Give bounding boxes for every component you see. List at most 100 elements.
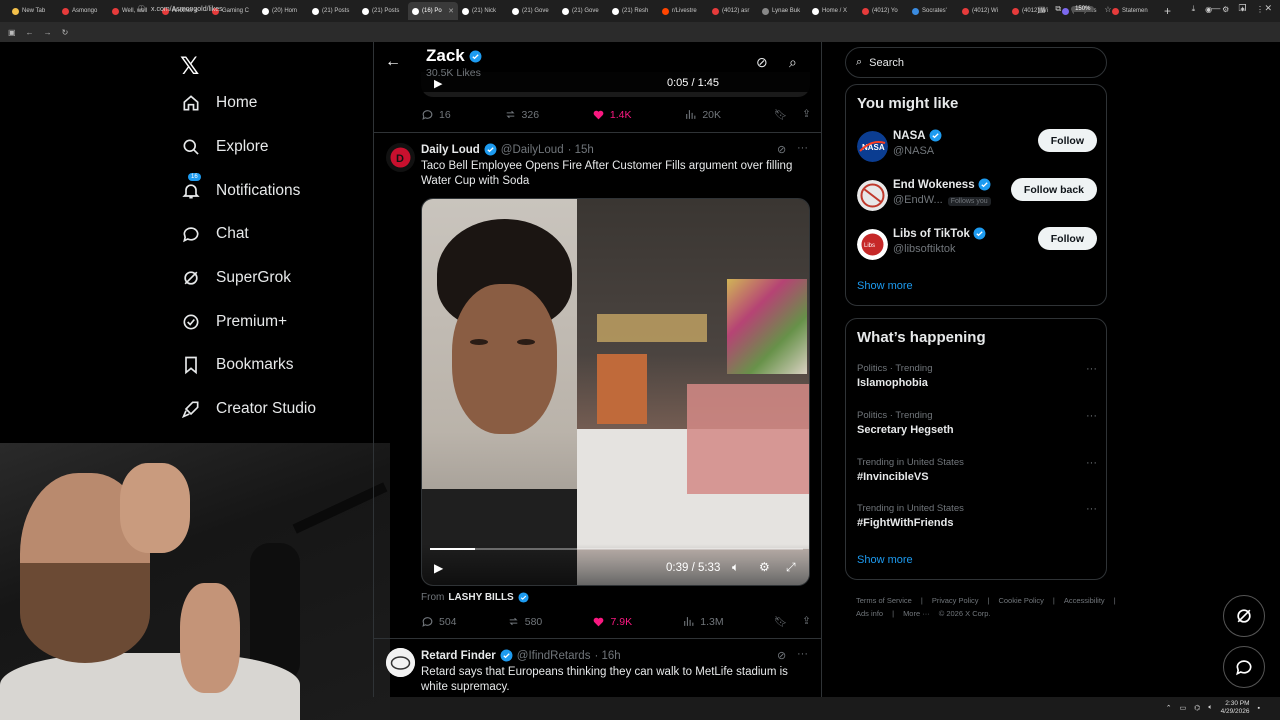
avatar[interactable] [857,180,888,211]
grok-icon[interactable]: ⊘ [756,54,768,71]
search-icon[interactable]: ⌕ [789,54,797,71]
browser-tab[interactable]: Asmongo [58,2,108,20]
more-options-icon[interactable]: ··· [1086,410,1097,422]
more-options-icon[interactable]: ··· [797,142,808,154]
network-icon[interactable]: ⌬ [1194,704,1200,712]
video-progress-bar[interactable] [430,548,803,550]
nav-item-explore[interactable]: Explore [180,136,269,158]
tweet-time[interactable]: · 15h [568,144,594,156]
nav-item-bookmarks[interactable]: Bookmarks [180,354,294,376]
show-more-link[interactable]: Show more [857,554,913,566]
forward-nav-icon[interactable]: → [44,28,52,37]
suggestion-item[interactable]: End Wokeness @EndW... Follows you Follow ba… [857,178,1097,218]
grok-explain-icon[interactable]: ⊘ [777,649,786,662]
footer-link[interactable]: Cookie Policy [998,596,1043,605]
share-icon[interactable]: ⇪ [802,615,811,628]
share-icon[interactable]: ⇪ [802,108,811,121]
extensions-icon[interactable]: ⚙ [1222,5,1229,14]
footer-link[interactable]: Terms of Service [856,596,912,605]
browser-tab[interactable]: New Tab [8,2,58,20]
follow-button[interactable]: Follow [1037,227,1097,250]
trend-item[interactable]: Politics · Trending Secretary Hegseth ··· [857,410,1097,436]
browser-tab[interactable]: (21) Posts [358,2,408,20]
display-icon[interactable]: ▭ [1180,704,1187,712]
reply-button[interactable]: 16 [421,108,451,121]
browser-tab[interactable]: (21) Nick [458,2,508,20]
repost-button[interactable]: 326 [504,108,539,121]
author-handle[interactable]: @IfindRetards [517,650,591,662]
bookmark-icon[interactable]: 🔖︎ [774,108,787,121]
author-handle[interactable]: @DailyLoud [501,144,564,156]
browser-tab[interactable]: (21) Gove [558,2,608,20]
author-name[interactable]: Daily Loud [421,144,480,156]
show-more-link[interactable]: Show more [857,280,913,292]
nav-item-premium[interactable]: Premium+ [180,311,287,333]
reader-icon[interactable]: ▤ [1038,5,1046,14]
like-button[interactable]: 1.4K [592,108,631,121]
x-logo-icon[interactable]: 𝕏 [180,52,199,80]
suggestion-item[interactable]: Libs Libs of TikTok @libsoftiktok Follow [857,227,1097,267]
zoom-level[interactable]: 150% [1071,6,1095,12]
translate-icon[interactable]: ⧉ [1055,4,1061,14]
chat-fab[interactable] [1223,646,1265,688]
views-button[interactable]: 1.3M [682,615,724,628]
daily-loud-avatar[interactable]: D [386,143,415,172]
tab-close-icon[interactable]: ✕ [448,7,454,15]
repost-button[interactable]: 580 [507,615,542,628]
retard-finder-avatar[interactable] [386,648,415,677]
browser-tab[interactable]: (16) Po ✕ [408,2,458,20]
account-icon[interactable]: ◉ [1205,5,1212,14]
nav-item-supergrok[interactable]: SuperGrok [180,267,291,289]
sidebar-toggle-icon[interactable]: ▣ [8,28,16,37]
clock[interactable]: 2:30 PM 4/29/2026 [1221,700,1250,716]
browser-tab[interactable]: (21) Resh [608,2,658,20]
nav-item-home[interactable]: Home [180,92,257,114]
browser-tab[interactable]: (4012) asr [708,2,758,20]
url-field[interactable]: ⓘ x.com/Asmongold/likes [138,4,223,14]
close-window-icon[interactable]: ✕ [1264,3,1272,14]
trend-item[interactable]: Politics · Trending Islamophobia ··· [857,363,1097,389]
nav-item-creator-studio[interactable]: Creator Studio [180,398,316,420]
back-arrow-icon[interactable]: ← [385,53,401,71]
fullscreen-icon[interactable]: ⤢ [786,560,796,575]
follow-button[interactable]: Follow back [1010,178,1097,201]
nav-item-notifications[interactable]: 16 Notifications [180,173,300,202]
grok-fab[interactable] [1223,595,1265,637]
bookmark-icon[interactable]: 🔖︎ [774,615,787,628]
follow-button[interactable]: Follow [1037,129,1097,152]
browser-tab[interactable]: Socrates' [908,2,958,20]
trend-item[interactable]: Trending in United States #InvincibleVS ··… [857,457,1097,483]
browser-tab[interactable]: Lynae Buk [758,2,808,20]
reload-icon[interactable]: ↻ [62,28,69,37]
volume-icon[interactable]: 🔈︎ [732,560,739,575]
footer-link[interactable]: Ads info [856,609,883,618]
speaker-icon[interactable]: 🔈︎ [1208,704,1212,712]
browser-tab[interactable]: Home / X [808,2,858,20]
tray-expand-icon[interactable]: ⌃ [1166,704,1172,712]
avatar[interactable]: Libs [857,229,888,260]
more-options-icon[interactable]: ··· [1086,363,1097,375]
author-name[interactable]: Retard Finder [421,650,496,662]
tweet-time[interactable]: · 16h [594,650,620,662]
footer-link[interactable]: Accessibility [1064,596,1105,605]
star-icon[interactable]: ☆ [1104,5,1111,14]
trend-item[interactable]: Trending in United States #FightWithFrien… [857,503,1097,529]
suggestion-item[interactable]: NASA NASA @NASA Follow [857,129,1097,169]
search-input[interactable]: ⌕ Search [845,47,1107,78]
browser-tab[interactable]: (4012) Yo [858,2,908,20]
settings-icon[interactable]: ⚙ [759,560,770,574]
footer-link[interactable]: More ··· [903,609,930,618]
more-options-icon[interactable]: ··· [1086,503,1097,515]
footer-link[interactable]: Privacy Policy [932,596,979,605]
browser-tab[interactable]: (20) Hom [258,2,308,20]
like-button[interactable]: 7.9K [592,615,632,628]
notification-icon[interactable]: ▪ [1258,705,1260,712]
browser-tab[interactable]: (4012) Wi [958,2,1008,20]
browser-tab[interactable]: r/Livestre [658,2,708,20]
site-info-icon[interactable]: ⓘ [138,4,145,14]
menu-icon[interactable]: ⋮ [1256,5,1264,14]
source-name[interactable]: LASHY BILLS [448,592,513,603]
download-icon[interactable]: ⤓ [1192,4,1196,14]
back-nav-icon[interactable]: ← [26,28,34,37]
tweet-video[interactable]: ▶ 0:39 / 5:33 🔈︎ ⚙ ⤢ [421,198,810,586]
